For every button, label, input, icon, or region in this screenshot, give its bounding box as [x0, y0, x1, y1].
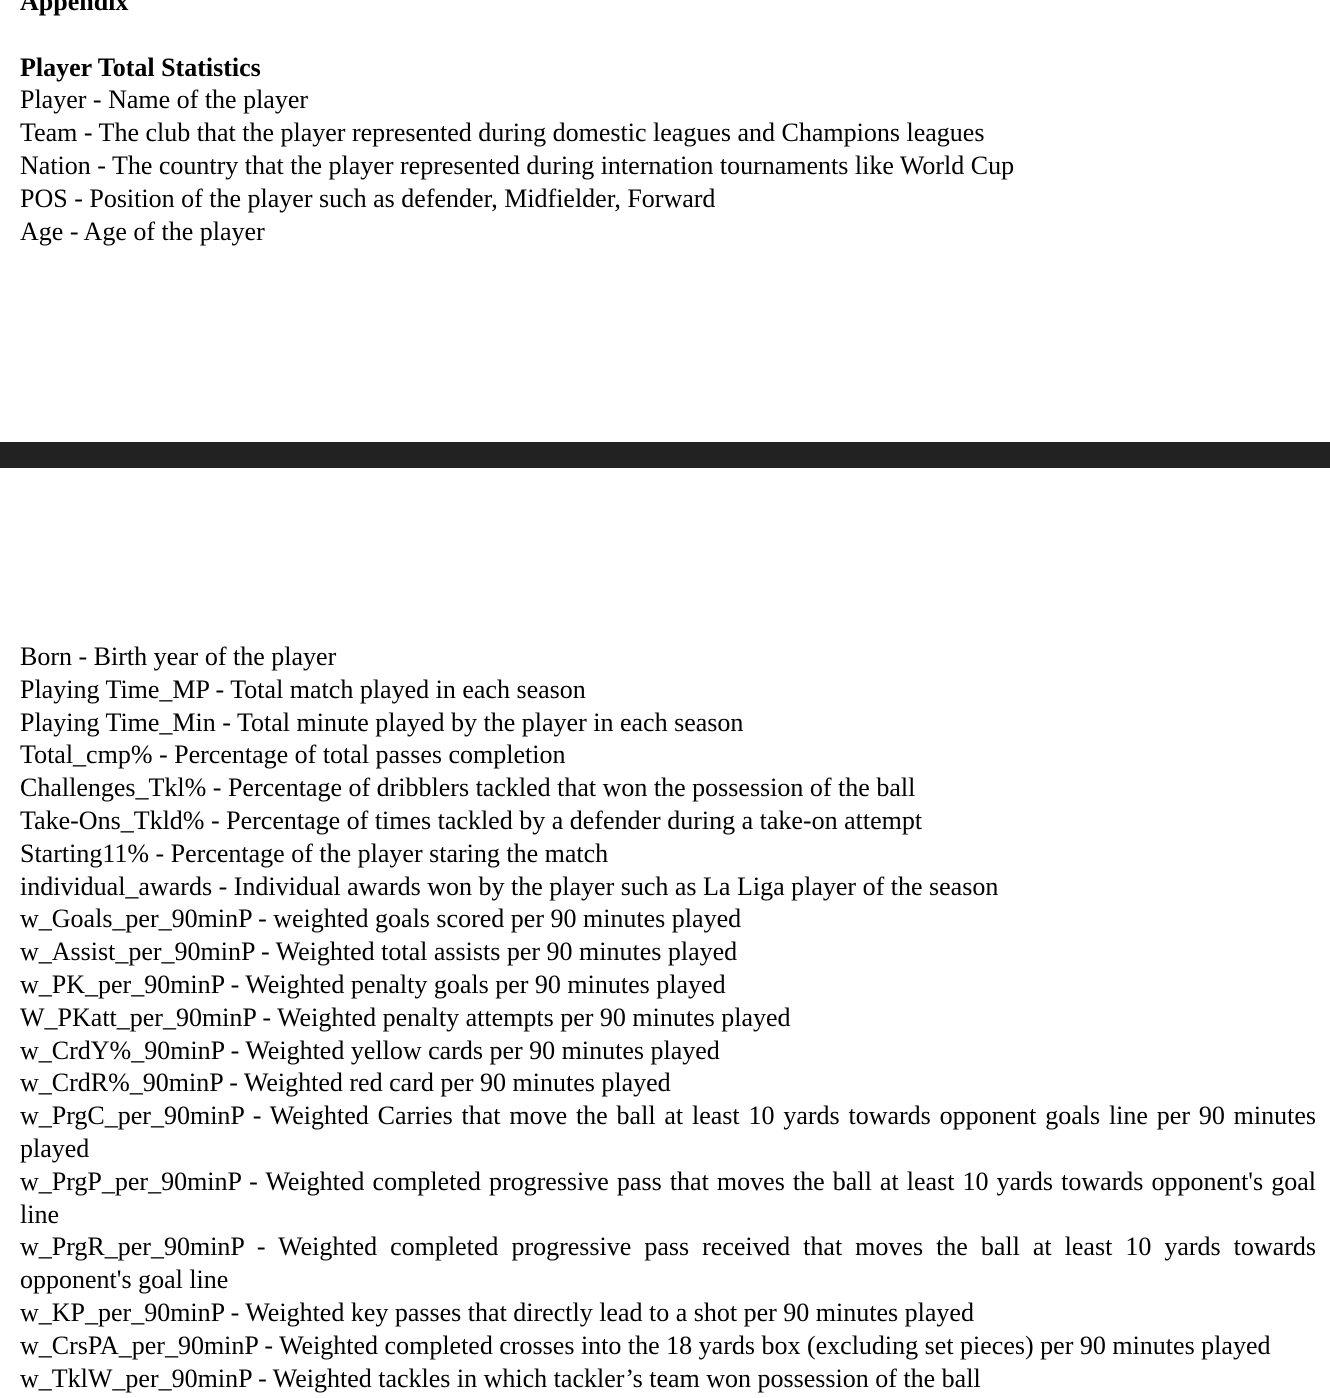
appendix-heading: Appendix [20, 0, 129, 16]
definition-playing-time-mp: Playing Time_MP - Total match played in … [20, 674, 586, 704]
definition-w-prgc: w_PrgC_per_90minP - Weighted Carries tha… [20, 1101, 1316, 1163]
definition-w-kp: w_KP_per_90minP - Weighted key passes th… [20, 1297, 974, 1327]
definition-challenges-tkl: Challenges_Tkl% - Percentage of dribbler… [20, 773, 916, 803]
section-title: Player Total Statistics [20, 52, 261, 82]
definition-w-tklw: w_TklW_per_90minP - Weighted tackles in … [20, 1363, 981, 1393]
definition-w-crdr: w_CrdR%_90minP - Weighted red card per 9… [20, 1068, 671, 1098]
definition-individual-awards: individual_awards - Individual awards wo… [20, 871, 999, 901]
definition-w-crdy: w_CrdY%_90minP - Weighted yellow cards p… [20, 1035, 720, 1065]
definition-playing-time-min: Playing Time_Min - Total minute played b… [20, 707, 744, 737]
definition-total-cmp: Total_cmp% - Percentage of total passes … [20, 740, 566, 770]
definition-player: Player - Name of the player [20, 85, 309, 115]
definition-w-assist: w_Assist_per_90minP - Weighted total ass… [20, 937, 738, 967]
definition-w-goals: w_Goals_per_90minP - weighted goals scor… [20, 904, 742, 934]
definition-w-prgp: w_PrgP_per_90minP - Weighted completed p… [20, 1166, 1316, 1229]
definition-w-prgr: w_PrgR_per_90minP - Weighted completed p… [20, 1232, 1316, 1295]
definition-team: Team - The club that the player represen… [20, 118, 985, 148]
definition-pos: POS - Position of the player such as def… [20, 183, 716, 213]
page-break-bar [0, 442, 1330, 468]
definition-nation: Nation - The country that the player rep… [20, 150, 1015, 180]
definition-age: Age - Age of the player [20, 216, 265, 246]
definition-starting11: Starting11% - Percentage of the player s… [20, 838, 609, 868]
page-top: Appendix Player Total Statistics Player … [20, 0, 1316, 248]
page-bottom: Born - Birth year of the player Playing … [20, 641, 1316, 1395]
definition-born: Born - Birth year of the player [20, 642, 337, 671]
definition-w-pk: w_PK_per_90minP - Weighted penalty goals… [20, 969, 726, 999]
definition-take-ons-tkld: Take-Ons_Tkld% - Percentage of times tac… [20, 805, 923, 835]
definition-w-crspa: w_CrsPA_per_90minP - Weighted completed … [20, 1330, 1271, 1360]
definition-w-pkatt: W_PKatt_per_90minP - Weighted penalty at… [20, 1002, 791, 1032]
